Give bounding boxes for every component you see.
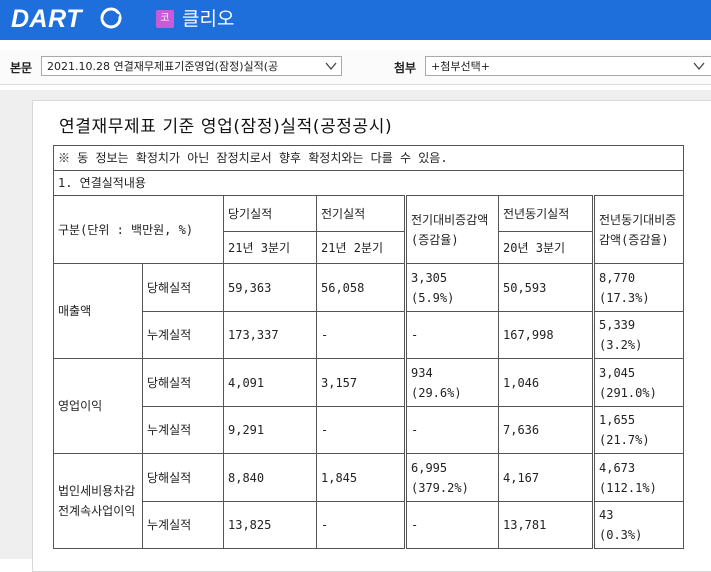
yoy-amount: 3,045	[599, 365, 636, 380]
row-type: 누계실적	[142, 311, 224, 359]
row-type: 당해실적	[142, 263, 224, 312]
row-type: 누계실적	[142, 406, 224, 454]
yoy-base-value: 13,781	[498, 501, 595, 549]
group-name: 영업이익	[53, 358, 143, 454]
prev-value: 1,845	[316, 453, 407, 502]
qoq-rate: (5.9%)	[411, 290, 455, 305]
table-row: 누계실적 9,291 - - 7,636 1,655 (21.7%)	[54, 406, 684, 454]
yoy-rate: (17.3%)	[599, 290, 650, 305]
current-value: 173,337	[223, 311, 317, 359]
col-yoy-header: 전년동기대비증감액(증감율)	[593, 195, 684, 264]
prev-value: 3,157	[316, 358, 407, 407]
yoy-base-value: 4,167	[498, 453, 595, 502]
yoy-rate: (21.7%)	[599, 433, 650, 447]
row-type: 누계실적	[142, 501, 224, 549]
earnings-table: ※ 동 정보는 확정치가 아닌 잠정치로서 향후 확정치와는 다를 수 있음. …	[53, 145, 684, 549]
col-yoy-base-period: 20년 3분기	[498, 231, 595, 264]
yoy-base-value: 50,593	[498, 263, 595, 312]
col-yoy-base-header: 전년동기실적	[498, 195, 595, 232]
yoy-base-value: 1,046	[498, 358, 595, 407]
yoy-base-value: 167,998	[498, 311, 595, 359]
col-qoq-header: 전기대비증감액(증감율)	[405, 195, 499, 264]
logo-swoosh-icon	[100, 7, 122, 29]
prev-value: -	[316, 406, 407, 454]
qoq-value: 934 (29.6%)	[405, 358, 499, 407]
yoy-amount: 5,339	[599, 318, 636, 332]
yoy-value: 1,655 (21.7%)	[593, 406, 684, 454]
qoq-amount: 934	[411, 365, 433, 380]
qoq-value: 6,995 (379.2%)	[405, 453, 499, 502]
yoy-value: 43 (0.3%)	[593, 501, 684, 549]
yoy-amount: 4,673	[599, 460, 636, 475]
col-prev-header: 전기실적	[316, 195, 407, 232]
yoy-value: 5,339 (3.2%)	[593, 311, 684, 359]
table-row: 영업이익 당해실적 4,091 3,157 934 (29.6%) 1,046 3…	[53, 358, 684, 454]
yoy-rate: (0.3%)	[599, 528, 643, 542]
yoy-amount: 43	[599, 508, 614, 522]
col-prev-period: 21년 2분기	[316, 231, 407, 264]
main-doc-label: 본문	[10, 61, 33, 75]
unit-header: 구분(단위 : 백만원, %)	[53, 195, 224, 264]
qoq-value: -	[405, 501, 499, 549]
yoy-amount: 1,655	[599, 413, 636, 427]
dart-logo[interactable]: DART	[11, 4, 122, 34]
table-row: 매출액 당해실적 59,363 56,058 3,305 (5.9%) 50,59…	[53, 263, 684, 359]
chevron-down-icon	[325, 62, 337, 71]
row-type: 당해실적	[142, 453, 224, 502]
company-type-badge: 코	[156, 10, 174, 28]
current-value: 9,291	[223, 406, 317, 454]
attach-select[interactable]: +첨부선택+	[425, 56, 711, 76]
chevron-down-icon	[693, 62, 705, 71]
prev-value: -	[316, 311, 407, 359]
table-row: 누계실적 13,825 - - 13,781 43 (0.3%)	[54, 501, 684, 549]
main-doc-select-value: 2021.10.28 연결재무제표기준영업(잠정)실적(공	[47, 60, 279, 73]
company-name[interactable]: 클리오	[182, 6, 234, 32]
document-selector-bar: 본문 2021.10.28 연결재무제표기준영업(잠정)실적(공 첨부 +첨부선…	[0, 50, 711, 85]
qoq-amount: 6,995	[411, 460, 448, 475]
attach-label: 첨부	[394, 61, 417, 75]
col-current-header: 당기실적	[223, 195, 317, 232]
table-row: 누계실적 173,337 - - 167,998 5,339 (3.2%)	[54, 311, 684, 359]
yoy-value: 8,770 (17.3%)	[593, 263, 684, 312]
prev-value: -	[316, 501, 407, 549]
top-bar: DART 코 클리오	[0, 0, 711, 40]
qoq-value: -	[405, 311, 499, 359]
col-current-period: 21년 3분기	[223, 231, 317, 264]
qoq-rate: (379.2%)	[411, 480, 469, 495]
row-type: 당해실적	[142, 358, 224, 407]
qoq-value: 3,305 (5.9%)	[405, 263, 499, 312]
qoq-amount: 3,305	[411, 270, 448, 285]
yoy-amount: 8,770	[599, 270, 636, 285]
current-value: 8,840	[223, 453, 317, 502]
group-name: 법인세비용차감전계속사업이익	[53, 453, 143, 549]
section-heading: 1. 연결실적내용	[53, 170, 684, 196]
attach-select-value: +첨부선택+	[431, 60, 490, 73]
group-name: 매출액	[53, 263, 143, 359]
yoy-value: 4,673 (112.1%)	[593, 453, 684, 502]
table-row: 법인세비용차감전계속사업이익 당해실적 8,840 1,845 6,995 (37…	[53, 453, 684, 549]
qoq-value: -	[405, 406, 499, 454]
main-doc-select[interactable]: 2021.10.28 연결재무제표기준영업(잠정)실적(공	[41, 56, 342, 76]
current-value: 59,363	[223, 263, 317, 312]
disclaimer-note: ※ 동 정보는 확정치가 아닌 잠정치로서 향후 확정치와는 다를 수 있음.	[53, 145, 684, 171]
yoy-rate: (3.2%)	[599, 338, 643, 352]
yoy-value: 3,045 (291.0%)	[593, 358, 684, 407]
current-value: 4,091	[223, 358, 317, 407]
yoy-rate: (112.1%)	[599, 480, 657, 495]
yoy-rate: (291.0%)	[599, 385, 657, 400]
qoq-rate: (29.6%)	[411, 385, 462, 400]
yoy-base-value: 7,636	[498, 406, 595, 454]
current-value: 13,825	[223, 501, 317, 549]
logo-text: DART	[11, 5, 82, 33]
prev-value: 56,058	[316, 263, 407, 312]
document-title: 연결재무제표 기준 영업(잠정)실적(공정공시)	[59, 117, 393, 137]
